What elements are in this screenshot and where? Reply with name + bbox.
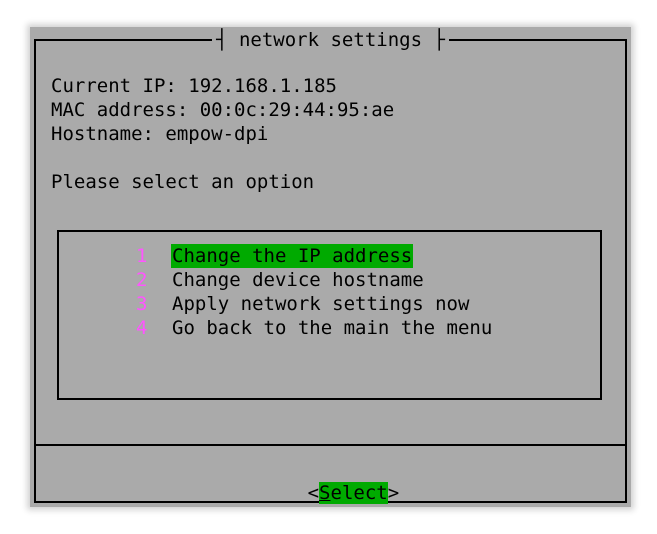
menu-item-change-hostname[interactable]: 2 Change device hostname	[136, 268, 424, 292]
button-separator	[34, 444, 627, 446]
button-row: <Select>	[30, 457, 631, 529]
menu-item-go-back[interactable]: 4 Go back to the main the menu	[136, 316, 492, 340]
menu-list: 1 Change the IP address 2 Change device …	[57, 230, 602, 400]
select-button[interactable]: <Select>	[307, 482, 400, 504]
network-settings-dialog: ┤ network settings ├ Current IP: 192.168…	[30, 27, 631, 507]
title-right-deco: ├	[433, 29, 445, 51]
menu-item-number: 1	[136, 245, 148, 267]
select-button-right-bracket: >	[387, 482, 400, 504]
menu-item-label: Apply network settings now	[172, 293, 470, 315]
menu-item-label: Go back to the main the menu	[172, 317, 493, 339]
menu-item-change-ip[interactable]: 1 Change the IP address	[136, 244, 414, 268]
dialog-title: network settings	[238, 29, 423, 51]
frame-right-border	[625, 39, 627, 503]
menu-item-number: 3	[136, 293, 148, 315]
prompt-text: Please select an option	[51, 171, 315, 193]
menu-item-label: Change the IP address	[171, 244, 414, 268]
title-left-deco: ┤	[216, 29, 228, 51]
current-ip-text: Current IP: 192.168.1.185	[51, 75, 337, 97]
select-button-hotkey: S	[319, 482, 331, 504]
menu-item-label: Change device hostname	[172, 269, 424, 291]
frame-left-border	[34, 39, 36, 503]
mac-address-text: MAC address: 00:0c:29:44:95:ae	[51, 99, 395, 121]
menu-item-number: 2	[136, 269, 148, 291]
select-button-label: elect	[330, 482, 388, 504]
menu-item-apply-settings[interactable]: 3 Apply network settings now	[136, 292, 469, 316]
dialog-title-bar: ┤ network settings ├	[30, 28, 631, 52]
select-button-text-bg: Select	[319, 482, 388, 504]
menu-item-number: 4	[136, 317, 148, 339]
hostname-text: Hostname: empow-dpi	[51, 123, 269, 145]
select-button-left-bracket: <	[307, 482, 320, 504]
